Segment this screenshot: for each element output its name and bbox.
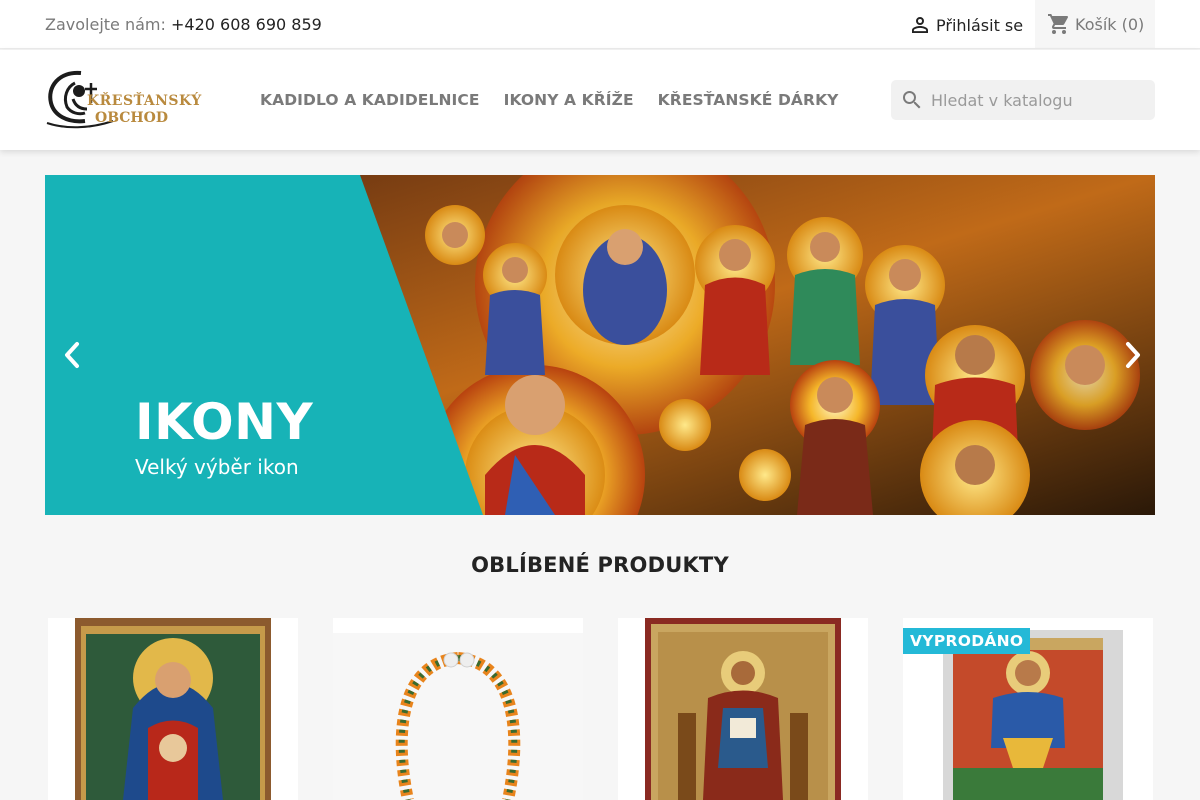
product-image[interactable]	[618, 618, 868, 800]
search-input[interactable]	[931, 90, 1141, 110]
nav-item-darky[interactable]: KŘESŤANSKÉ DÁRKY	[658, 91, 839, 109]
person-icon	[912, 17, 928, 33]
nav-item-ikony[interactable]: IKONY A KŘÍŽE	[504, 91, 634, 109]
contact-info: Zavolejte nám: +420 608 690 859	[45, 15, 322, 34]
login-link[interactable]: Přihlásit se	[908, 13, 1023, 37]
cart-button[interactable]: Košík (0)	[1035, 0, 1155, 48]
login-label: Přihlásit se	[936, 15, 1024, 35]
sold-out-flag: VYPRODÁNO	[903, 628, 1031, 654]
logo-line1: KŘESŤANSKÝ	[87, 93, 202, 109]
phone-number[interactable]: +420 608 690 859	[171, 15, 322, 34]
product-card[interactable]	[333, 618, 583, 800]
slide-subtitle: Velký výběr ikon	[135, 455, 299, 479]
main-header: KŘESŤANSKÝ OBCHOD KADIDLO A KADIDELNICE …	[0, 50, 1200, 150]
contact-label: Zavolejte nám:	[45, 15, 166, 34]
product-card[interactable]: VYPRODÁNO	[903, 618, 1153, 800]
site-logo[interactable]: KŘESŤANSKÝ OBCHOD	[45, 69, 210, 131]
product-image[interactable]	[48, 618, 298, 800]
search-box	[891, 80, 1155, 120]
carousel-next-button[interactable]	[1118, 335, 1148, 375]
cart-label: Košík	[1075, 14, 1117, 34]
nav-item-kadidlo[interactable]: KADIDLO A KADIDELNICE	[260, 91, 480, 109]
top-bar: Zavolejte nám: +420 608 690 859 Přihlási…	[0, 0, 1200, 49]
logo-line2: OBCHOD	[95, 110, 168, 126]
chevron-left-icon	[65, 342, 79, 368]
product-image[interactable]	[333, 618, 583, 800]
carousel-prev-button[interactable]	[57, 335, 87, 375]
product-card[interactable]	[618, 618, 868, 800]
slide-title: IKONY	[135, 393, 314, 451]
product-card[interactable]	[48, 618, 298, 800]
featured-products-title: OBLÍBENÉ PRODUKTY	[471, 553, 729, 577]
cart-count: (0)	[1121, 14, 1145, 34]
logo-wordmark: KŘESŤANSKÝ OBCHOD	[87, 93, 202, 127]
search-icon[interactable]	[900, 88, 924, 112]
chevron-right-icon	[1126, 342, 1140, 368]
hero-carousel: IKONY Velký výběr ikon	[45, 175, 1155, 515]
shopping-cart-icon	[1048, 14, 1069, 34]
main-nav: KADIDLO A KADIDELNICE IKONY A KŘÍŽE KŘES…	[260, 91, 863, 109]
